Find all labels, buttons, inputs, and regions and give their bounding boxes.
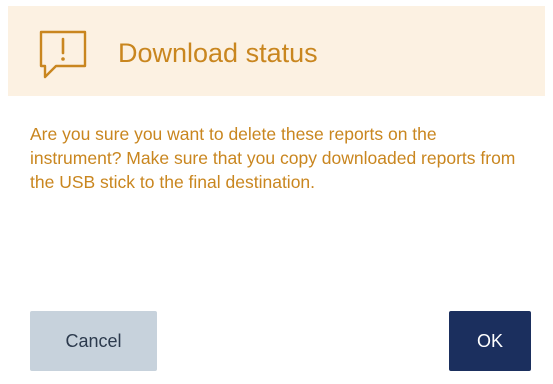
cancel-button[interactable]: Cancel	[30, 311, 157, 371]
dialog-title: Download status	[118, 38, 318, 68]
download-status-dialog: Download status Are you sure you want to…	[0, 0, 553, 384]
alert-speech-bubble-icon	[38, 29, 88, 81]
dialog-header: Download status	[8, 6, 545, 96]
dialog-message: Are you sure you want to delete these re…	[30, 124, 516, 192]
ok-button[interactable]: OK	[449, 311, 531, 371]
